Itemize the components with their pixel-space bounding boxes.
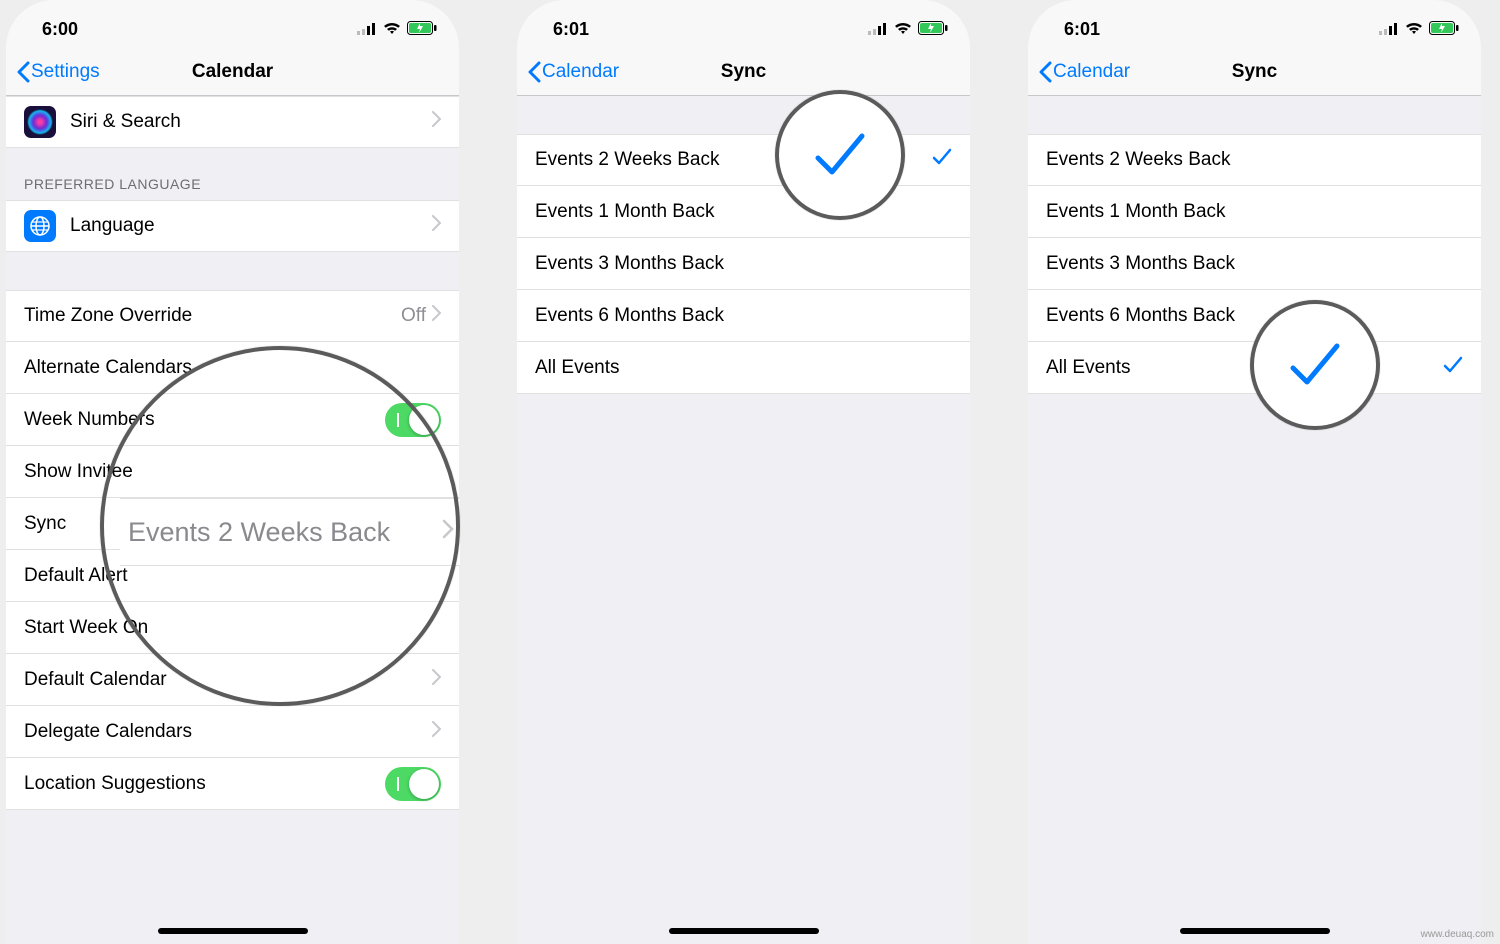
wifi-icon	[894, 19, 912, 40]
sync-option-1month[interactable]: Events 1 Month Back	[517, 186, 970, 238]
siri-search-row[interactable]: Siri & Search	[6, 96, 459, 148]
delegate-label: Delegate Calendars	[24, 721, 432, 743]
status-icons	[1379, 19, 1459, 40]
sync-screen-before: 6:01 Calendar Sync Events 2 Weeks Back E…	[517, 0, 970, 944]
sync-option-2weeks[interactable]: Events 2 Weeks Back	[1028, 134, 1481, 186]
page-title: Sync	[721, 61, 766, 83]
location-sugg-toggle[interactable]	[385, 767, 441, 801]
chevron-left-icon	[1038, 61, 1052, 83]
watermark: www.deuaq.com	[1421, 929, 1494, 940]
location-suggestions-row[interactable]: Location Suggestions	[6, 758, 459, 810]
tz-value: Off	[401, 305, 426, 327]
cellular-icon	[1379, 19, 1399, 40]
status-bar: 6:01	[517, 0, 970, 48]
wifi-icon	[383, 19, 401, 40]
siri-label: Siri & Search	[70, 111, 432, 133]
option-label: All Events	[1046, 357, 1443, 379]
battery-icon	[407, 19, 437, 40]
chevron-right-icon	[432, 669, 441, 691]
chevron-left-icon	[16, 61, 30, 83]
alternate-calendars-row[interactable]: Alternate Calendars	[6, 342, 459, 394]
show-invitee-row[interactable]: Show Invitee	[6, 446, 459, 498]
home-indicator[interactable]	[1180, 928, 1330, 934]
sync-screen-after: 6:01 Calendar Sync Events 2 Weeks Back E…	[1028, 0, 1481, 944]
language-row[interactable]: Language	[6, 200, 459, 252]
default-alert-label: Default Alert	[24, 565, 441, 587]
battery-icon	[918, 19, 948, 40]
globe-icon	[24, 210, 56, 242]
back-label: Settings	[31, 61, 100, 83]
wifi-icon	[1405, 19, 1423, 40]
week-numbers-row[interactable]: Week Numbers	[6, 394, 459, 446]
nav-bar: Calendar Sync	[1028, 48, 1481, 96]
status-bar: 6:00	[6, 0, 459, 48]
sync-option-all[interactable]: All Events	[517, 342, 970, 394]
sync-row[interactable]: Sync	[6, 498, 459, 550]
sync-option-6months[interactable]: Events 6 Months Back	[517, 290, 970, 342]
battery-icon	[1429, 19, 1459, 40]
default-calendar-label: Default Calendar	[24, 669, 432, 691]
sync-option-all[interactable]: All Events	[1028, 342, 1481, 394]
back-button[interactable]: Calendar	[527, 61, 619, 83]
option-label: Events 6 Months Back	[535, 305, 952, 327]
home-indicator[interactable]	[669, 928, 819, 934]
location-sugg-label: Location Suggestions	[24, 773, 385, 795]
option-label: Events 3 Months Back	[1046, 253, 1463, 275]
option-label: Events 6 Months Back	[1046, 305, 1463, 327]
chevron-right-icon	[432, 721, 441, 743]
delegate-calendars-row[interactable]: Delegate Calendars	[6, 706, 459, 758]
nav-bar: Calendar Sync	[517, 48, 970, 96]
status-time: 6:01	[553, 19, 589, 40]
chevron-left-icon	[527, 61, 541, 83]
option-label: Events 2 Weeks Back	[1046, 149, 1463, 171]
option-label: Events 1 Month Back	[1046, 201, 1463, 223]
status-icons	[357, 19, 437, 40]
home-indicator[interactable]	[158, 928, 308, 934]
cellular-icon	[357, 19, 377, 40]
option-label: Events 3 Months Back	[535, 253, 952, 275]
sync-option-1month[interactable]: Events 1 Month Back	[1028, 186, 1481, 238]
back-button[interactable]: Calendar	[1038, 61, 1130, 83]
status-time: 6:01	[1064, 19, 1100, 40]
option-label: Events 1 Month Back	[535, 201, 952, 223]
page-title: Sync	[1232, 61, 1277, 83]
start-week-row[interactable]: Start Week On	[6, 602, 459, 654]
language-label: Language	[70, 215, 432, 237]
checkmark-icon	[932, 148, 952, 172]
chevron-right-icon	[432, 215, 441, 237]
chevron-right-icon	[432, 111, 441, 133]
sync-option-3months[interactable]: Events 3 Months Back	[1028, 238, 1481, 290]
page-title: Calendar	[192, 61, 273, 83]
back-label: Calendar	[542, 61, 619, 83]
cellular-icon	[868, 19, 888, 40]
week-numbers-label: Week Numbers	[24, 409, 441, 431]
alt-cal-label: Alternate Calendars	[24, 357, 441, 379]
week-numbers-toggle[interactable]	[385, 403, 441, 437]
option-label: All Events	[535, 357, 952, 379]
time-zone-override-row[interactable]: Time Zone Override Off	[6, 290, 459, 342]
back-button[interactable]: Settings	[16, 61, 100, 83]
settings-calendar-screen: 6:00 Settings Calendar Siri & Search PRE…	[6, 0, 459, 944]
start-week-label: Start Week On	[24, 617, 441, 639]
status-time: 6:00	[42, 19, 78, 40]
sync-option-3months[interactable]: Events 3 Months Back	[517, 238, 970, 290]
default-alert-row[interactable]: Default Alert	[6, 550, 459, 602]
status-icons	[868, 19, 948, 40]
sync-label: Sync	[24, 513, 441, 535]
siri-icon	[24, 106, 56, 138]
option-label: Events 2 Weeks Back	[535, 149, 932, 171]
sync-option-2weeks[interactable]: Events 2 Weeks Back	[517, 134, 970, 186]
status-bar: 6:01	[1028, 0, 1481, 48]
sync-option-6months[interactable]: Events 6 Months Back	[1028, 290, 1481, 342]
back-label: Calendar	[1053, 61, 1130, 83]
nav-bar: Settings Calendar	[6, 48, 459, 96]
tz-label: Time Zone Override	[24, 305, 401, 327]
chevron-right-icon	[432, 305, 441, 327]
show-invitee-label: Show Invitee	[24, 461, 441, 483]
preferred-language-header: PREFERRED LANGUAGE	[6, 148, 459, 200]
checkmark-icon	[1443, 356, 1463, 380]
default-calendar-row[interactable]: Default Calendar	[6, 654, 459, 706]
